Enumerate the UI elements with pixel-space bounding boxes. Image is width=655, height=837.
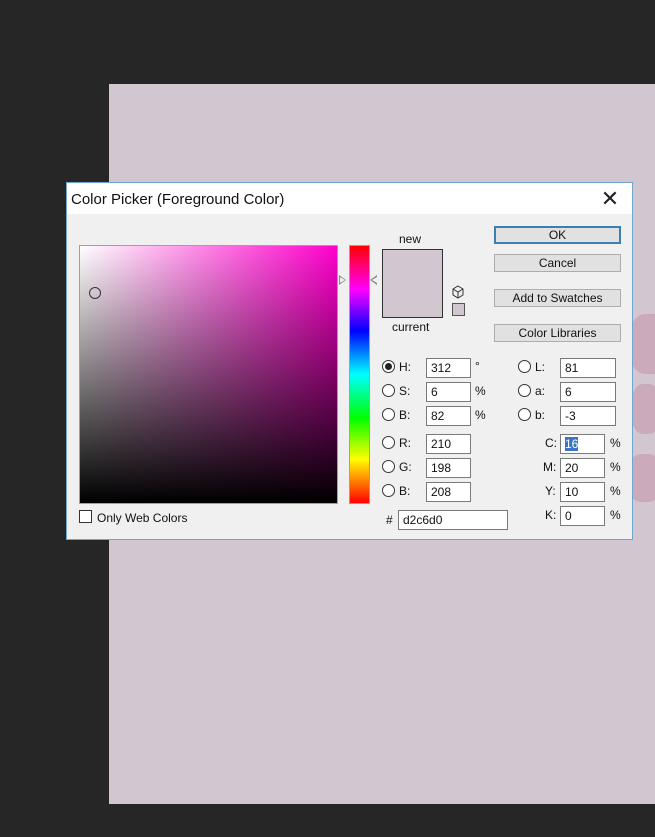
blue-input[interactable]: 208 <box>426 482 471 502</box>
only-web-colors-label: Only Web Colors <box>97 511 188 525</box>
lab-b-input[interactable]: -3 <box>560 406 616 426</box>
hue-unit: ° <box>475 359 480 373</box>
red-label: R: <box>399 436 411 450</box>
green-radio[interactable] <box>382 460 395 473</box>
brightness-input[interactable]: 82 <box>426 406 471 426</box>
lab-b-label: b: <box>535 408 546 422</box>
magenta-unit: % <box>610 460 621 474</box>
saturation-label: S: <box>399 384 411 398</box>
red-radio[interactable] <box>382 436 395 449</box>
current-color-swatch[interactable] <box>383 283 442 317</box>
dialog-titlebar[interactable]: Color Picker (Foreground Color) ✕ <box>67 183 632 214</box>
dialog-title: Color Picker (Foreground Color) <box>71 191 285 208</box>
ok-button[interactable]: OK <box>494 226 621 244</box>
brightness-radio[interactable] <box>382 408 395 421</box>
hue-radio[interactable] <box>382 360 395 373</box>
saturation-unit: % <box>475 384 486 398</box>
yellow-label: Y: <box>545 484 556 498</box>
lab-a-input[interactable]: 6 <box>560 382 616 402</box>
lab-l-input[interactable]: 81 <box>560 358 616 378</box>
close-icon[interactable]: ✕ <box>588 183 632 214</box>
saturation-radio[interactable] <box>382 384 395 397</box>
magenta-input[interactable]: 20 <box>560 458 605 478</box>
color-libraries-button[interactable]: Color Libraries <box>494 324 621 342</box>
current-color-label: current <box>392 320 430 334</box>
color-field[interactable] <box>79 245 338 504</box>
hue-slider-right-arrow[interactable] <box>370 275 377 285</box>
brightness-unit: % <box>475 408 486 422</box>
lab-l-radio[interactable] <box>518 360 531 373</box>
new-color-swatch <box>383 250 442 284</box>
cyan-input-value: 16 <box>565 437 579 451</box>
cancel-button[interactable]: Cancel <box>494 254 621 272</box>
black-input[interactable]: 0 <box>560 506 605 526</box>
green-label: G: <box>399 460 412 474</box>
cyan-input[interactable]: 16 <box>560 434 605 454</box>
red-input[interactable]: 210 <box>426 434 471 454</box>
only-web-colors-checkbox[interactable] <box>79 510 92 523</box>
yellow-unit: % <box>610 484 621 498</box>
new-color-label: new <box>399 232 422 246</box>
blue-radio[interactable] <box>382 484 395 497</box>
lab-a-radio[interactable] <box>518 384 531 397</box>
lab-l-label: L: <box>535 360 546 374</box>
yellow-input[interactable]: 10 <box>560 482 605 502</box>
color-picker-dialog: Color Picker (Foreground Color) ✕ new cu… <box>66 182 633 540</box>
hue-slider[interactable] <box>349 245 370 504</box>
web-safe-swatch[interactable] <box>452 303 465 316</box>
color-field-marker[interactable] <box>89 287 101 299</box>
hex-input[interactable]: d2c6d0 <box>398 510 508 530</box>
cyan-unit: % <box>610 436 621 450</box>
brightness-label: B: <box>399 408 411 422</box>
hue-slider-left-arrow[interactable] <box>339 275 346 285</box>
add-to-swatches-button[interactable]: Add to Swatches <box>494 289 621 307</box>
hex-label: # <box>386 513 393 527</box>
hue-label: H: <box>399 360 411 374</box>
lab-b-radio[interactable] <box>518 408 531 421</box>
green-input[interactable]: 198 <box>426 458 471 478</box>
blue-label: B: <box>399 484 411 498</box>
cyan-label: C: <box>545 436 557 450</box>
magenta-label: M: <box>543 460 557 474</box>
hue-input[interactable]: 312 <box>426 358 471 378</box>
black-label: K: <box>545 508 557 522</box>
saturation-input[interactable]: 6 <box>426 382 471 402</box>
color-preview <box>382 249 443 318</box>
brush-stroke <box>631 384 655 434</box>
lab-a-label: a: <box>535 384 546 398</box>
black-unit: % <box>610 508 621 522</box>
cube-icon[interactable] <box>451 285 465 299</box>
